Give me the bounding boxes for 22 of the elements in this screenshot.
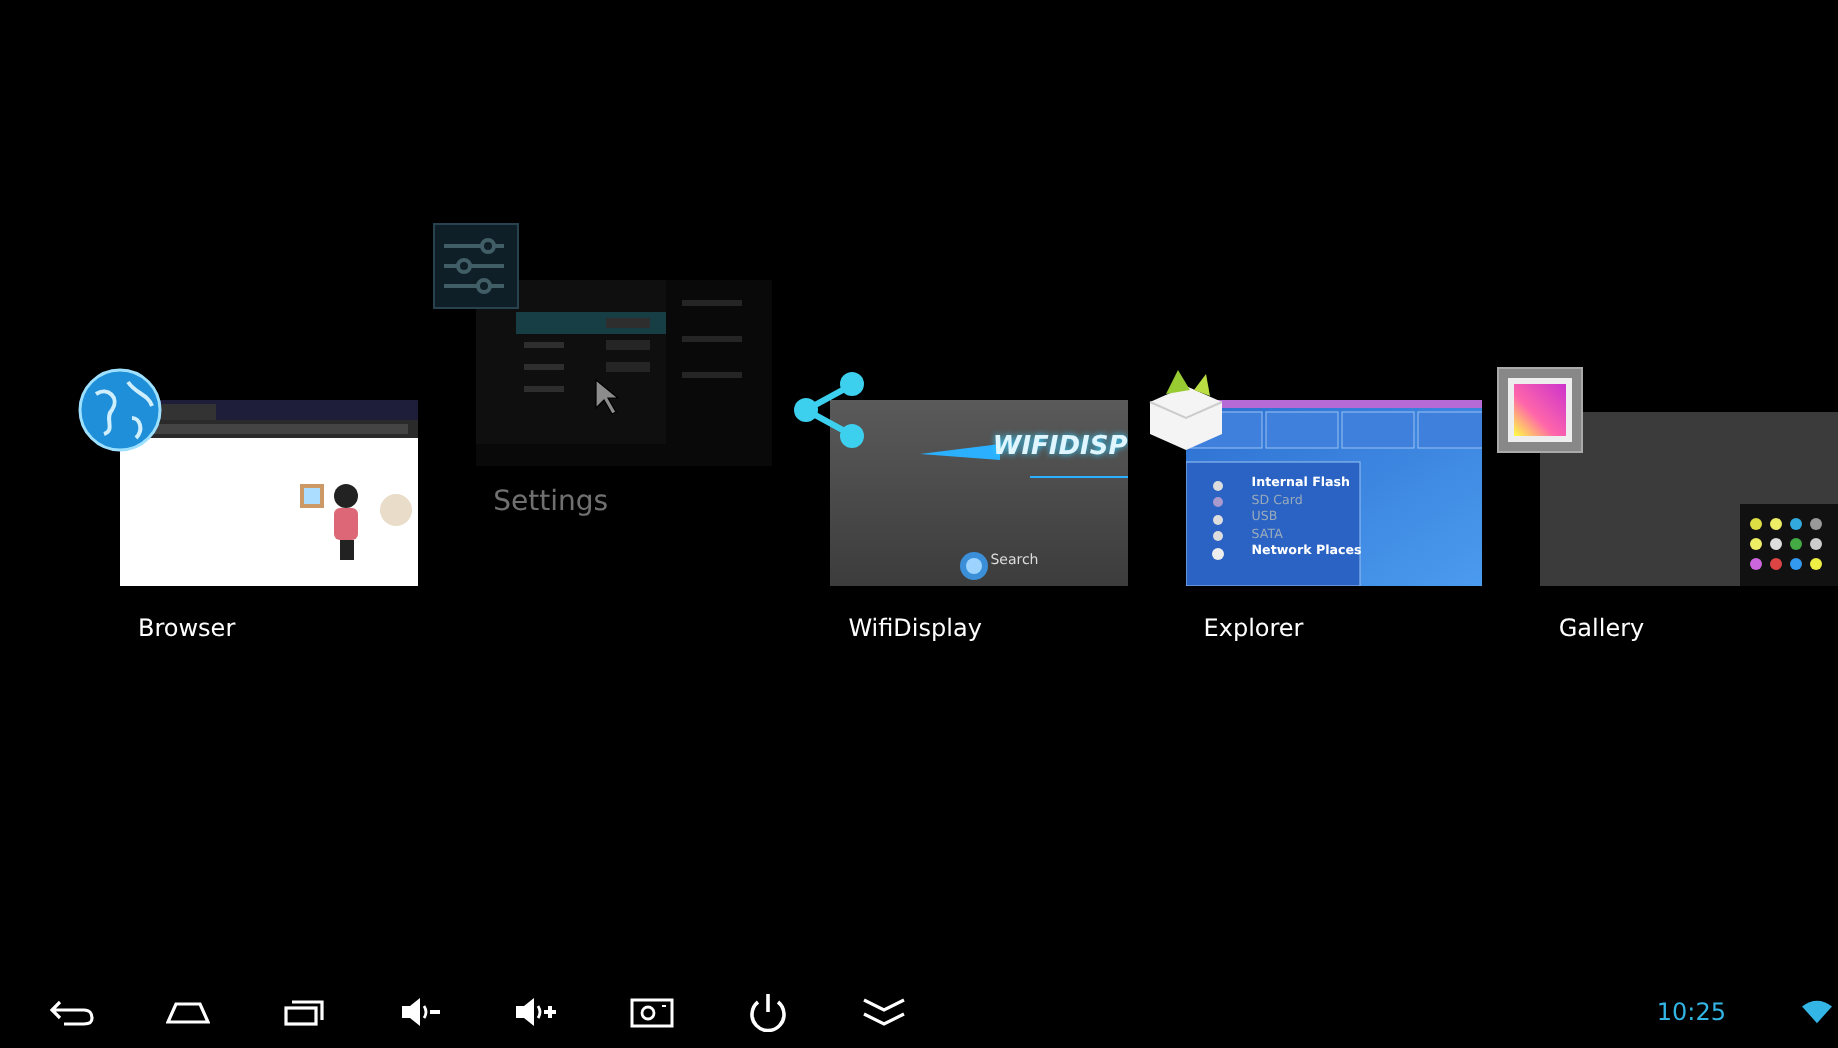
logo-text: WIFIDISP bbox=[992, 430, 1128, 466]
power-button[interactable] bbox=[744, 990, 792, 1034]
app-label: Explorer bbox=[1203, 612, 1306, 646]
picture-frame-icon bbox=[1496, 366, 1585, 454]
volume-up-icon bbox=[514, 996, 558, 1028]
app-label: Settings bbox=[493, 484, 611, 522]
screenshot-icon bbox=[630, 997, 674, 1027]
globe-icon bbox=[76, 366, 164, 454]
power-icon bbox=[750, 992, 786, 1032]
back-icon bbox=[50, 999, 94, 1025]
sliders-icon bbox=[431, 222, 520, 310]
app-screenshot-drawing[interactable] bbox=[120, 400, 418, 586]
wifi-icon bbox=[1802, 1000, 1832, 1024]
app-label: Browser bbox=[138, 612, 238, 646]
app-label: WifiDisplay bbox=[848, 612, 984, 646]
app-label: Gallery bbox=[1558, 612, 1647, 646]
clock-text: 10:25 bbox=[1656, 996, 1726, 1030]
collapse-icon bbox=[862, 998, 906, 1026]
recent-apps-icon bbox=[284, 999, 324, 1025]
volume-down-icon bbox=[399, 996, 441, 1028]
home-icon bbox=[166, 1001, 210, 1023]
app-screenshot-drawing[interactable] bbox=[830, 400, 1128, 586]
